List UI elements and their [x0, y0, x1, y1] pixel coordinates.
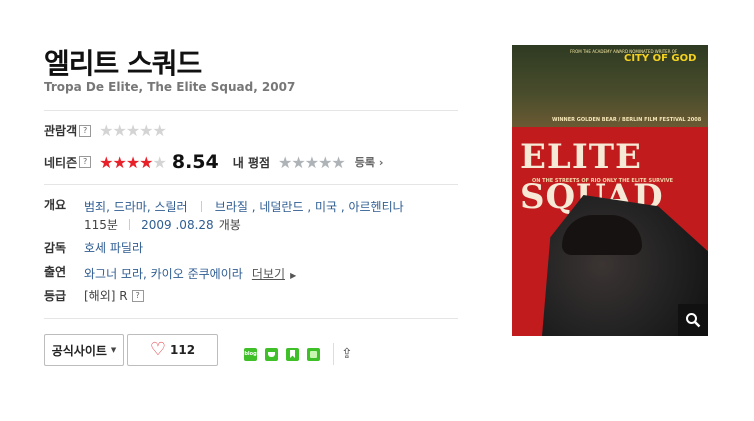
overview-label: 개요 [44, 198, 67, 212]
director-link[interactable]: 호세 파딜라 [84, 239, 143, 256]
official-site-button[interactable]: 공식사이트 ▼ [44, 334, 124, 366]
zoom-button[interactable] [678, 304, 708, 336]
movie-subtitle: Tropa De Elite, The Elite Squad, 2007 [44, 80, 296, 94]
help-icon[interactable]: ? [79, 156, 92, 168]
audience-stars: ★★★★★ [99, 121, 167, 140]
magnifier-icon [686, 313, 701, 328]
overview-line-1: 범죄, 드라마, 스릴러 브라질 , 네덜란드 , 미국 , 아르헨티나 [84, 196, 404, 215]
help-icon[interactable]: ? [131, 289, 144, 302]
movie-title: 엘리트 스쿼드 [44, 47, 202, 80]
me2day-icon[interactable] [307, 348, 320, 361]
separator [200, 201, 202, 212]
poster-city-of-god: CITY OF GOD [624, 53, 697, 64]
director-label: 감독 [44, 241, 67, 255]
heart-icon: ♡ [149, 339, 167, 360]
runtime: 115분 [84, 218, 118, 232]
netizen-label: 네티즌 [44, 155, 78, 170]
rating-value: [해외] R [84, 289, 128, 303]
separator [129, 219, 131, 230]
cafe-icon[interactable] [265, 348, 278, 361]
netizen-rating-row: 네티즌 ? ★★★★★ 8.54 내 평점 ★★★★★ 등록 › [44, 151, 383, 173]
register-link[interactable]: 등록 › [355, 154, 384, 170]
movie-poster[interactable]: FROM THE ACADEMY AWARD NOMINATED WRITER … [512, 45, 708, 336]
netizen-stars: ★★★★★ [99, 152, 167, 172]
divider [44, 318, 458, 319]
my-rating-label: 내 평점 [232, 155, 271, 170]
rating-row: [해외] R ? [84, 287, 144, 304]
caret-down-icon: ▼ [110, 346, 117, 354]
divider [44, 110, 458, 111]
overview-line-2: 115분 2009 .08.28 개봉 [84, 214, 241, 233]
share-icon[interactable]: ⇪ [341, 346, 353, 362]
rating-label: 등급 [44, 289, 67, 303]
cast-row: 와그너 모라, 카이오 준쿠에이라 더보기 ▶ [84, 263, 296, 282]
poster-award: WINNER GOLDEN BEAR / BERLIN FILM FESTIVA… [552, 117, 702, 123]
release-suffix: 개봉 [218, 218, 241, 232]
audience-label: 관람객 [44, 124, 78, 138]
divider [44, 184, 458, 185]
blog-icon[interactable]: blog [244, 348, 257, 361]
like-count: 112 [170, 343, 196, 357]
chevron-right-icon: › [378, 156, 384, 169]
release-date-link[interactable]: 2009 .08.28 [141, 218, 214, 232]
cast-link[interactable]: 와그너 모라, 카이오 준쿠에이라 [84, 267, 243, 281]
caret-right-icon: ▶ [290, 271, 297, 280]
audience-rating-row: 관람객 ? ★★★★★ [44, 121, 167, 140]
cast-more-link[interactable]: 더보기 [252, 267, 285, 281]
my-rating-stars[interactable]: ★★★★★ [278, 153, 346, 172]
genres-link[interactable]: 범죄, 드라마, 스릴러 [84, 200, 188, 214]
poster-tagline: ON THE STREETS OF RIO ONLY THE ELITE SUR… [532, 178, 673, 184]
bookmark-icon[interactable] [286, 348, 299, 361]
countries-link[interactable]: 브라질 , 네덜란드 , 미국 , 아르헨티나 [215, 200, 404, 214]
poster-beret [562, 215, 642, 255]
like-button[interactable]: ♡ 112 [127, 334, 218, 366]
divider [333, 343, 334, 365]
netizen-score: 8.54 [171, 151, 219, 173]
help-icon[interactable]: ? [79, 124, 92, 137]
cast-label: 출연 [44, 265, 67, 279]
